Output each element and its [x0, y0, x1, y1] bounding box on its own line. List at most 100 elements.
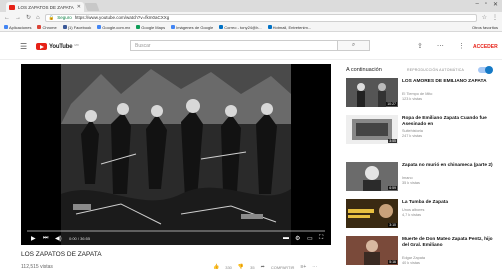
- secure-label: Seguro: [57, 15, 72, 20]
- bookmark-item[interactable]: Google.com.mx: [97, 25, 130, 30]
- menu-icon[interactable]: ☰: [20, 42, 27, 51]
- video-frame: [61, 64, 291, 245]
- bookmark-item[interactable]: Chrome: [37, 25, 57, 30]
- forward-icon[interactable]: →: [15, 15, 21, 21]
- channel-name[interactable]: Imano: [402, 176, 413, 181]
- youtube-logo[interactable]: YouTube MX: [36, 43, 79, 50]
- channel-name[interactable]: Edgar Zapata: [402, 256, 425, 261]
- time-display: 0:00 / 36:55: [69, 236, 91, 241]
- search-button[interactable]: ⌕: [338, 40, 370, 51]
- channel-name[interactable]: El Tiempo de Mito: [402, 92, 432, 97]
- bookmark-item[interactable]: Hotmail, Entretenim...: [267, 25, 311, 30]
- url-text: https://www.youtube.com/watch?v=fkm0aCXX…: [74, 15, 170, 20]
- back-icon[interactable]: ←: [4, 15, 10, 21]
- address-bar[interactable]: 🔒 Seguro https://www.youtube.com/watch?v…: [44, 13, 477, 22]
- progress-bar[interactable]: [27, 230, 325, 232]
- reload-icon[interactable]: ↻: [26, 14, 31, 21]
- view-count: 247 k vistas: [402, 134, 423, 138]
- view-count: 4,7 k vistas: [402, 213, 421, 217]
- recommendation-item[interactable]: 3:10 La Tumba de Zapata Unos albores 4,7…: [346, 199, 496, 235]
- video-player[interactable]: ▶ ⏭ ◀) 0:00 / 36:55 ▬ ⚙ ▭ ⛶: [21, 64, 331, 245]
- logo-region: MX: [74, 42, 79, 47]
- player-controls: ▶ ⏭ ◀) 0:00 / 36:55 ▬ ⚙ ▭ ⛶: [21, 230, 331, 245]
- view-count: 123 k vistas: [402, 97, 423, 101]
- recommendation-title[interactable]: Ropa de Emiliano Zapata Cuando fue Asesi…: [402, 116, 494, 127]
- up-next-label: A continuación: [346, 67, 382, 73]
- recommendation-title[interactable]: LOS AMORES DE EMILIANO ZAPATA: [402, 79, 494, 85]
- dislike-count: 35: [250, 264, 255, 270]
- video-thumbnail[interactable]: 3:10: [346, 199, 398, 228]
- next-icon[interactable]: ⏭: [43, 235, 48, 242]
- upload-icon[interactable]: ⇪: [417, 42, 423, 50]
- recommendation-title[interactable]: Muerte de Don Mateo Zapata Pentz, hijo d…: [402, 237, 494, 248]
- browser-menu-icon[interactable]: ⋮: [492, 14, 498, 21]
- minimize-icon[interactable]: –: [475, 1, 478, 8]
- share-icon[interactable]: ➦: [261, 264, 265, 270]
- new-tab-button[interactable]: [84, 3, 100, 11]
- search-input[interactable]: Buscar: [130, 40, 338, 51]
- video-title: LOS ZAPATOS DE ZAPATA: [21, 251, 102, 258]
- youtube-favicon-icon: [9, 4, 15, 10]
- video-thumbnail[interactable]: 5:16: [346, 236, 398, 265]
- bookmark-item[interactable]: Google Maps: [136, 25, 165, 30]
- view-count: 112,515 vistas: [21, 264, 53, 270]
- browser-tab[interactable]: LOS ZAPATOS DE ZAPATA ✕: [6, 2, 84, 12]
- duration-badge: 3:10: [388, 223, 397, 227]
- video-thumbnail[interactable]: 6:59: [346, 162, 398, 191]
- youtube-play-icon: [36, 43, 47, 50]
- dislike-icon[interactable]: 👎: [238, 264, 244, 270]
- channel-name[interactable]: Suitehistoria: [402, 129, 423, 134]
- search-icon: ⌕: [351, 42, 356, 48]
- view-count: 40 k vistas: [402, 261, 420, 265]
- home-icon[interactable]: ⌂: [36, 15, 40, 21]
- recommendation-title[interactable]: La Tumba de Zapata: [402, 200, 494, 206]
- video-thumbnail[interactable]: 3:55: [346, 115, 398, 144]
- bookmark-item[interactable]: Imágenes de Google: [171, 25, 213, 30]
- maximize-icon[interactable]: ▫: [485, 1, 487, 8]
- recommendation-item[interactable]: 10:27 LOS AMORES DE EMILIANO ZAPATA El T…: [346, 78, 496, 114]
- fullscreen-icon[interactable]: ⛶: [319, 235, 323, 242]
- duration-badge: 3:55: [388, 139, 397, 143]
- share-button[interactable]: COMPARTIR: [271, 265, 295, 270]
- video-thumbnail[interactable]: 10:27: [346, 78, 398, 107]
- recommendation-title[interactable]: Zapata no murió en chinameca (parte 2): [402, 163, 494, 169]
- close-window-icon[interactable]: ✕: [493, 1, 498, 8]
- bookmark-item[interactable]: (1) Facebook: [62, 25, 91, 30]
- settings-icon[interactable]: ⚙: [295, 235, 300, 242]
- like-icon[interactable]: 👍: [213, 264, 219, 270]
- tab-title: LOS ZAPATOS DE ZAPATA: [18, 4, 74, 10]
- duration-badge: 6:59: [388, 186, 397, 190]
- autoplay-toggle[interactable]: [478, 66, 493, 74]
- recommendation-item[interactable]: 3:55 Ropa de Emiliano Zapata Cuando fue …: [346, 115, 496, 151]
- apps-icon[interactable]: ⋯: [437, 42, 444, 50]
- recommendation-item[interactable]: 6:59 Zapata no murió en chinameca (parte…: [346, 162, 496, 198]
- browser-tab-strip: LOS ZAPATOS DE ZAPATA ✕ – ▫ ✕: [0, 0, 502, 12]
- other-bookmarks[interactable]: Otros favoritos: [472, 25, 498, 30]
- volume-icon[interactable]: ◀): [55, 235, 62, 242]
- youtube-header: ☰ YouTube MX Buscar ⌕ ⇪ ⋯ ⋮ ACCEDER: [0, 32, 502, 60]
- bookmark-item[interactable]: Correo - tony24@h...: [219, 25, 262, 30]
- browser-toolbar: ← → ↻ ⌂ 🔒 Seguro https://www.youtube.com…: [0, 12, 502, 23]
- duration-badge: 10:27: [386, 102, 397, 106]
- tab-close-icon[interactable]: ✕: [77, 4, 81, 10]
- signin-button[interactable]: ACCEDER: [473, 44, 498, 50]
- header-icons: ⇪ ⋯ ⋮: [417, 42, 465, 50]
- more-icon[interactable]: ⋮: [458, 42, 465, 50]
- theater-icon[interactable]: ▭: [307, 235, 313, 242]
- autoplay-label: REPRODUCCIÓN AUTOMÁTICA: [407, 68, 465, 72]
- more-actions-icon[interactable]: ⋯: [312, 264, 317, 270]
- bookmarks-bar: Aplicaciones Chrome (1) Facebook Google.…: [0, 23, 502, 32]
- recommendation-item[interactable]: 5:16 Muerte de Don Mateo Zapata Pentz, h…: [346, 236, 496, 272]
- logo-text: YouTube: [49, 43, 73, 50]
- subtitles-icon[interactable]: ▬: [283, 235, 289, 241]
- video-actions: 👍 330 👎 35 ➦ COMPARTIR ≡+ ⋯: [213, 264, 317, 270]
- view-count: 35 k vistas: [402, 181, 420, 185]
- bookmark-item[interactable]: Aplicaciones: [4, 25, 31, 30]
- duration-badge: 5:16: [388, 260, 397, 264]
- lock-icon: 🔒: [48, 14, 55, 20]
- play-icon[interactable]: ▶: [31, 235, 36, 242]
- window-controls: – ▫ ✕: [475, 1, 498, 8]
- channel-name[interactable]: Unos albores: [402, 208, 424, 213]
- add-to-icon[interactable]: ≡+: [300, 264, 306, 270]
- bookmark-star-icon[interactable]: ☆: [482, 14, 487, 21]
